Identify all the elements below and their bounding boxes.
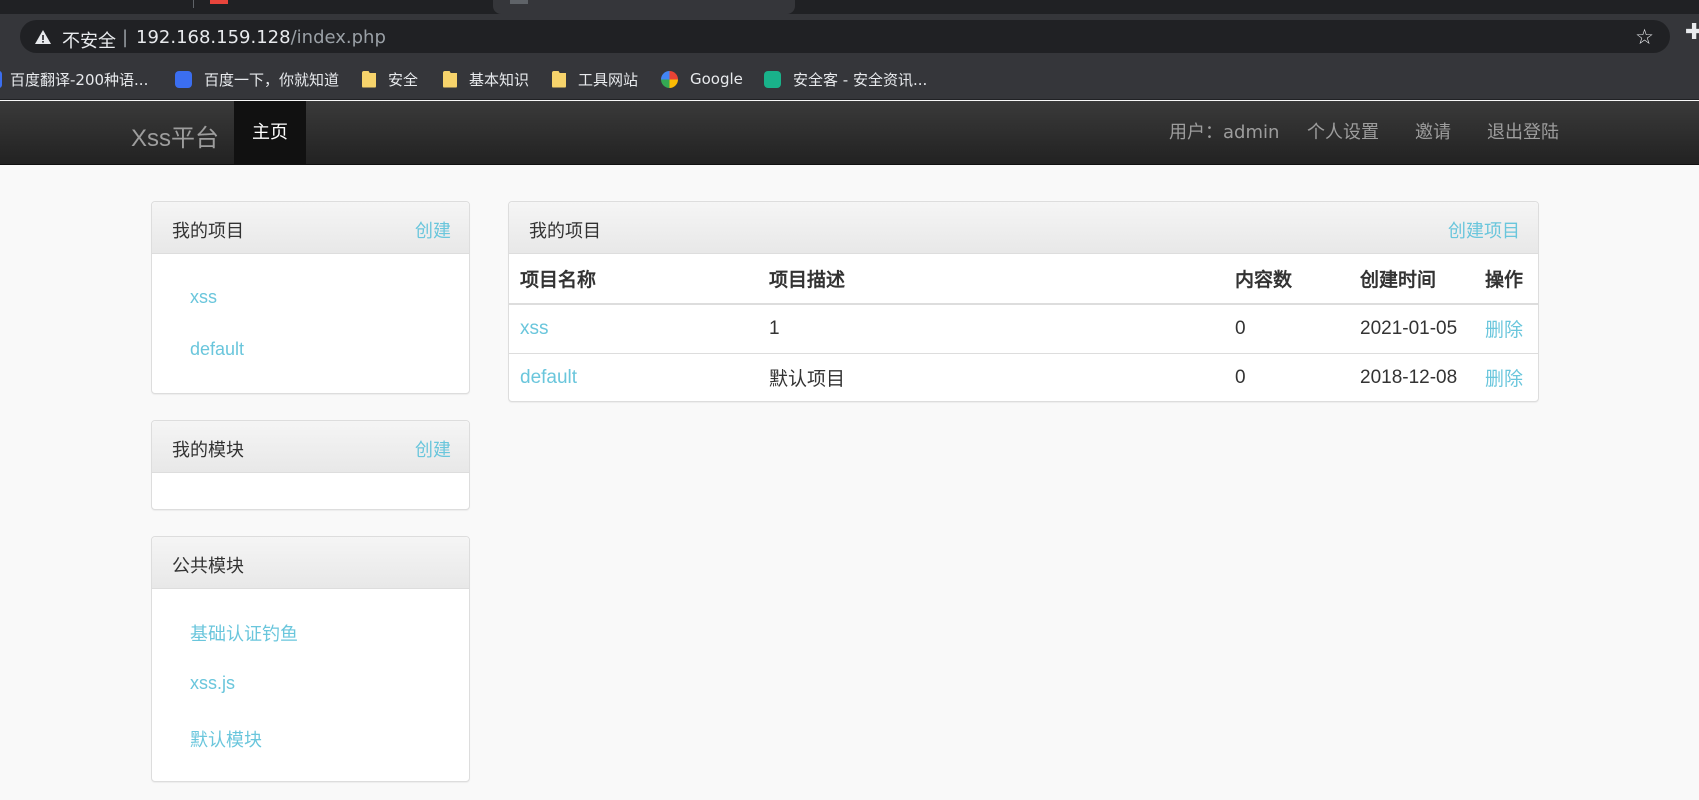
my-projects-panel: 我的项目 创建 xss default <box>151 201 470 394</box>
bookmark-label: 基本知识 <box>469 70 530 89</box>
project-name-link[interactable]: xss <box>520 318 549 339</box>
bookmark-anquanke[interactable]: 安全客 - 安全资讯... <box>764 68 927 90</box>
create-project-button[interactable]: 创建项目 <box>1448 217 1520 243</box>
panel-title: 我的项目 <box>172 221 244 242</box>
baidu-translate-icon <box>0 70 2 88</box>
browser-toolbar: 不安全 | 192.168.159.128/index.php ☆ ✚ <box>0 14 1699 59</box>
brand-logo[interactable]: Xss平台 <box>131 118 219 153</box>
column-header: 项目描述 <box>758 254 1224 305</box>
bookmark-star-icon[interactable]: ☆ <box>1635 25 1654 49</box>
anquanke-icon <box>764 70 781 88</box>
bookmarks-bar: 百度翻译-200种语... 百度一下，你就知道 安全 基本知识 工具网站 Goo… <box>0 59 1699 100</box>
google-icon <box>661 70 678 88</box>
column-header: 操作 <box>1474 254 1538 305</box>
tab-separator <box>193 0 194 8</box>
sidebar-project-xss[interactable]: xss <box>190 287 217 308</box>
bookmark-label: 安全客 - 安全资讯... <box>793 70 928 89</box>
not-secure-label[interactable]: 不安全 <box>62 27 116 53</box>
project-created-date: 2018-12-08 <box>1360 366 1458 388</box>
project-created-date: 2021-01-05 <box>1349 304 1474 354</box>
bookmark-baidu[interactable]: 百度一下，你就知道 <box>175 68 339 90</box>
projects-table: 项目名称 项目描述 内容数 创建时间 操作 xss 1 0 2021-01-05… <box>509 254 1538 402</box>
delete-link[interactable]: 删除 <box>1485 369 1523 390</box>
active-tab[interactable] <box>493 0 795 14</box>
bookmark-label: 百度翻译-200种语... <box>10 70 149 89</box>
browser-tabstrip <box>0 0 1699 14</box>
url-separator: | <box>122 27 129 48</box>
bookmark-folder-tools[interactable]: 工具网站 <box>552 68 638 90</box>
projects-panel: 我的项目 创建项目 项目名称 项目描述 内容数 创建时间 操作 xss 1 0 … <box>508 201 1539 402</box>
bookmark-label: 安全 <box>388 70 419 89</box>
bookmark-google[interactable]: Google <box>661 68 743 90</box>
sidebar-module-basic-auth[interactable]: 基础认证钓鱼 <box>190 620 298 646</box>
nav-logout[interactable]: 退出登陆 <box>1487 101 1559 165</box>
nav-user[interactable]: 用户：admin <box>1169 101 1279 165</box>
my-modules-panel: 我的模块 创建 <box>151 420 470 510</box>
extension-icon[interactable]: ✚ <box>1685 20 1699 45</box>
panel-title: 我的项目 <box>529 221 601 242</box>
panel-title: 我的模块 <box>172 440 244 461</box>
bookmark-folder-basics[interactable]: 基本知识 <box>443 68 529 90</box>
create-module-link[interactable]: 创建 <box>415 436 451 462</box>
public-modules-panel: 公共模块 基础认证钓鱼 xss.js 默认模块 <box>151 536 470 782</box>
nav-invite[interactable]: 邀请 <box>1415 101 1451 165</box>
bookmark-label: 工具网站 <box>578 70 639 89</box>
project-content-count: 0 <box>1235 366 1246 388</box>
panel-header: 我的项目 创建项目 <box>509 202 1538 254</box>
tab-favicon-icon <box>510 0 528 4</box>
nav-home[interactable]: 主页 <box>234 101 306 165</box>
bookmark-label: Google <box>690 70 743 88</box>
table-header-row: 项目名称 项目描述 内容数 创建时间 操作 <box>509 254 1538 305</box>
bookmark-baidu-translate[interactable]: 百度翻译-200种语... <box>0 68 148 90</box>
sidebar-module-xssjs[interactable]: xss.js <box>190 673 235 694</box>
app-navbar: Xss平台 主页 用户：admin 个人设置 邀请 退出登陆 <box>0 101 1699 165</box>
table-row: xss 1 0 2021-01-05 删除 <box>509 304 1538 354</box>
warning-icon[interactable] <box>34 28 52 46</box>
folder-icon <box>362 70 376 88</box>
project-description: 1 <box>758 304 1224 354</box>
delete-link[interactable]: 删除 <box>1485 320 1523 341</box>
column-header: 内容数 <box>1224 254 1349 305</box>
project-description: 默认项目 <box>769 369 846 391</box>
folder-icon <box>552 70 566 88</box>
folder-icon <box>443 70 457 88</box>
nav-settings[interactable]: 个人设置 <box>1307 101 1379 165</box>
panel-header: 我的项目 创建 <box>152 202 469 254</box>
address-bar[interactable]: 不安全 | 192.168.159.128/index.php ☆ <box>20 20 1670 53</box>
panel-title: 公共模块 <box>172 556 244 577</box>
bookmark-label: 百度一下，你就知道 <box>204 70 340 89</box>
sidebar-project-default[interactable]: default <box>190 339 244 360</box>
bookmark-folder-security[interactable]: 安全 <box>362 68 418 90</box>
column-header: 创建时间 <box>1349 254 1474 305</box>
tab-favicon-icon[interactable] <box>210 0 228 4</box>
sidebar-module-default[interactable]: 默认模块 <box>190 726 262 752</box>
panel-header: 我的模块 创建 <box>152 421 469 473</box>
project-name-link[interactable]: default <box>520 367 577 388</box>
project-content-count: 0 <box>1224 304 1349 354</box>
url-path: /index.php <box>290 27 386 48</box>
baidu-icon <box>175 70 192 88</box>
column-header: 项目名称 <box>509 254 758 305</box>
url-text[interactable]: 192.168.159.128/index.php <box>136 27 386 48</box>
table-row: default 默认项目 0 2018-12-08 删除 <box>509 353 1538 402</box>
panel-header: 公共模块 <box>152 537 469 589</box>
create-project-link[interactable]: 创建 <box>415 217 451 243</box>
url-host: 192.168.159.128 <box>136 27 291 48</box>
